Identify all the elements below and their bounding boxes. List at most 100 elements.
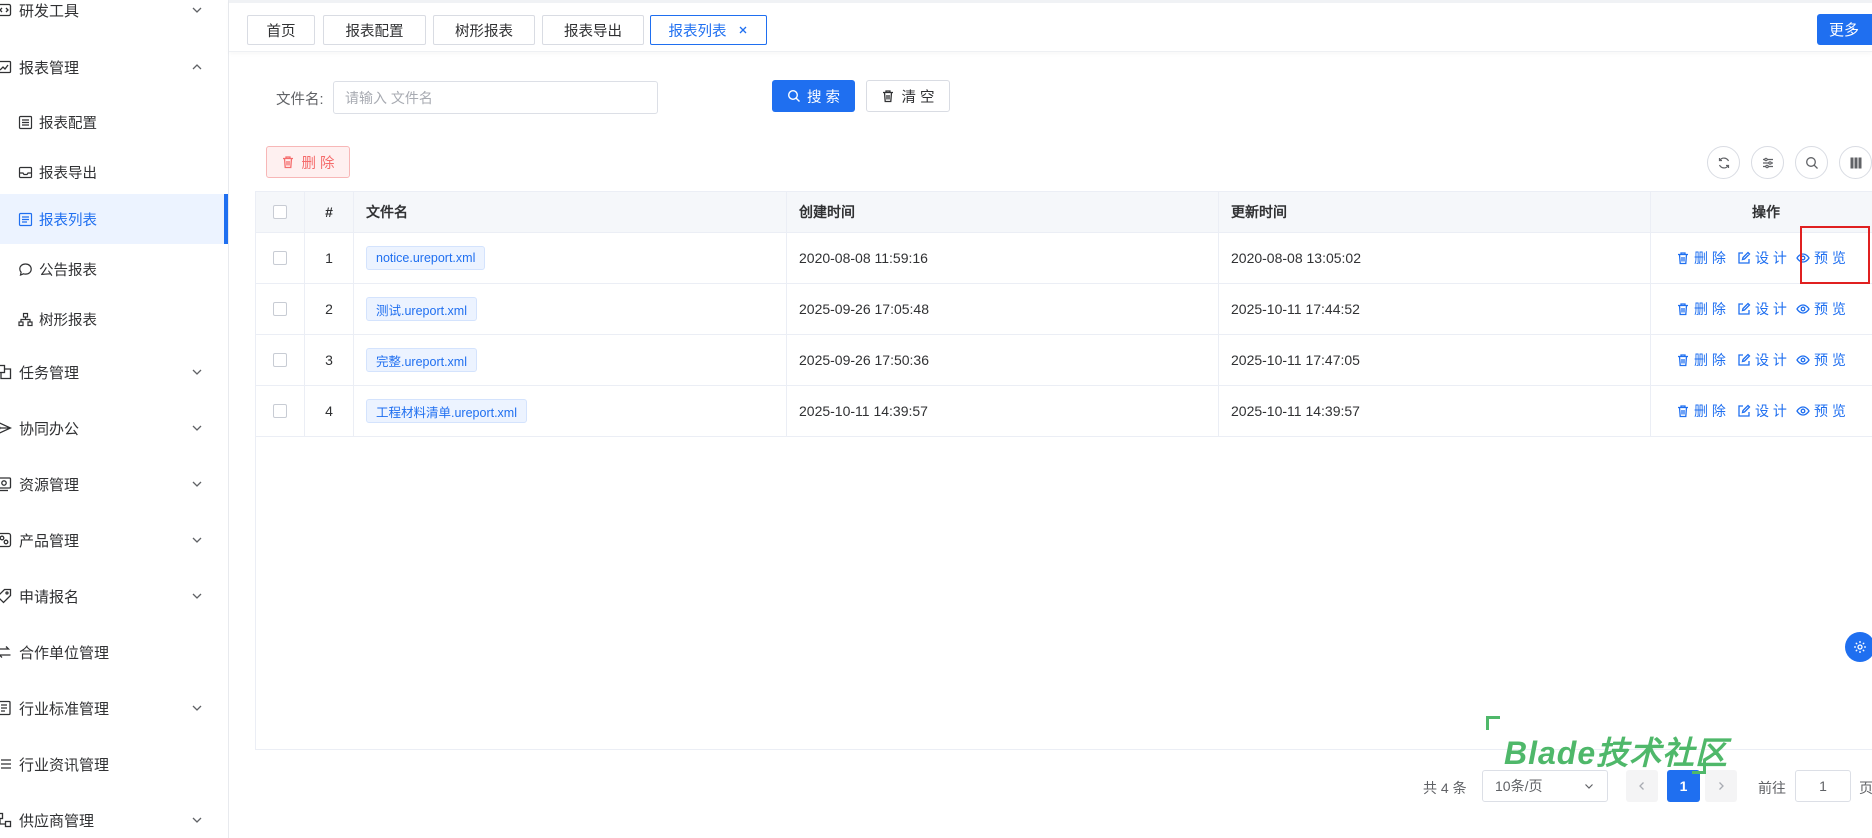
tab-report-list[interactable]: 报表列表 xyxy=(650,15,767,45)
filename-cell: 完整.ureport.xml xyxy=(354,335,787,385)
row-design-label: 设 计 xyxy=(1755,403,1787,419)
tray-icon xyxy=(18,165,33,180)
filename-search-input[interactable]: 请输入 文件名 xyxy=(333,81,658,114)
filename-tag[interactable]: 完整.ureport.xml xyxy=(366,348,477,372)
batch-delete-label: 删 除 xyxy=(301,155,335,172)
search-icon xyxy=(1805,156,1819,170)
sidebar-item-task-management[interactable]: 任务管理 xyxy=(0,344,228,400)
column-filter-button[interactable] xyxy=(1751,146,1784,179)
sidebar-item-notice-report[interactable]: 公告报表 xyxy=(0,244,228,294)
row-preview-button[interactable]: 预 览 xyxy=(1796,248,1846,268)
row-checkbox[interactable] xyxy=(273,404,287,418)
tab-home[interactable]: 首页 xyxy=(247,15,315,45)
filename-tag[interactable]: 工程材料清单.ureport.xml xyxy=(366,399,527,423)
sidebar-item-product-management[interactable]: 产品管理 xyxy=(0,512,228,568)
updated-time: 2025-10-11 17:47:05 xyxy=(1219,335,1651,385)
row-design-button[interactable]: 设 计 xyxy=(1737,248,1787,268)
list-icon xyxy=(18,115,33,130)
row-delete-label: 删 除 xyxy=(1694,352,1726,368)
gear-icon xyxy=(1853,640,1867,654)
search-button[interactable]: 搜 索 xyxy=(772,80,855,112)
table-row: 2 测试.ureport.xml 2025-09-26 17:05:48 202… xyxy=(256,284,1872,335)
layout-grid-button[interactable] xyxy=(1839,146,1872,179)
row-delete-label: 删 除 xyxy=(1694,301,1726,317)
tree-icon xyxy=(18,312,33,327)
sidebar-item-collaboration[interactable]: 协同办公 xyxy=(0,400,228,456)
sidebar-item-dev-tools[interactable]: 研发工具 xyxy=(0,0,228,38)
sidebar-item-report-config[interactable]: 报表配置 xyxy=(0,97,228,147)
clear-button[interactable]: 清 空 xyxy=(866,80,950,112)
sidebar-item-label: 资源管理 xyxy=(19,476,80,494)
product-icon xyxy=(0,532,12,548)
header-filename: 文件名 xyxy=(354,192,787,232)
row-delete-button[interactable]: 删 除 xyxy=(1676,299,1726,319)
batch-delete-button[interactable]: 删 除 xyxy=(266,146,350,178)
select-all-checkbox[interactable] xyxy=(273,205,287,219)
sidebar-item-industry-news[interactable]: 行业资讯管理 xyxy=(0,736,228,792)
trash-icon xyxy=(1676,302,1690,316)
search-icon xyxy=(787,89,801,103)
close-icon[interactable] xyxy=(737,24,749,36)
row-preview-button[interactable]: 预 览 xyxy=(1796,299,1846,319)
sidebar-item-report-list[interactable]: 报表列表 xyxy=(0,194,228,244)
more-button-label: 更多 xyxy=(1829,22,1860,39)
sidebar-item-label: 行业资讯管理 xyxy=(19,756,110,774)
chevron-down-icon xyxy=(190,477,204,491)
row-design-button[interactable]: 设 计 xyxy=(1737,350,1787,370)
trash-icon xyxy=(1676,251,1690,265)
row-checkbox[interactable] xyxy=(273,302,287,316)
sidebar-item-report-export[interactable]: 报表导出 xyxy=(0,147,228,197)
row-checkbox[interactable] xyxy=(273,353,287,367)
chevron-down-icon xyxy=(190,589,204,603)
actions-cell: 删 除 设 计 预 览 xyxy=(1651,335,1872,385)
code-icon xyxy=(0,2,12,18)
tab-report-config[interactable]: 报表配置 xyxy=(323,15,426,45)
refresh-button[interactable] xyxy=(1707,146,1740,179)
row-preview-label: 预 览 xyxy=(1814,403,1846,419)
filename-tag[interactable]: 测试.ureport.xml xyxy=(366,297,477,321)
row-preview-button[interactable]: 预 览 xyxy=(1796,350,1846,370)
updated-time: 2025-10-11 17:44:52 xyxy=(1219,284,1651,334)
chevron-up-icon xyxy=(190,60,204,74)
sidebar: 研发工具 报表管理 报表配置 报表导出 报表列表 公告报表 树形报表 任务管理 … xyxy=(0,0,229,838)
filename-cell: 工程材料清单.ureport.xml xyxy=(354,386,787,436)
tab-report-export[interactable]: 报表导出 xyxy=(542,15,644,45)
row-delete-button[interactable]: 删 除 xyxy=(1676,350,1726,370)
sidebar-item-tree-report[interactable]: 树形报表 xyxy=(0,294,228,344)
header-created: 创建时间 xyxy=(787,192,1219,232)
eye-icon xyxy=(1796,302,1810,316)
sidebar-item-label: 任务管理 xyxy=(19,364,80,382)
row-checkbox[interactable] xyxy=(273,251,287,265)
row-delete-button[interactable]: 删 除 xyxy=(1676,401,1726,421)
actions-cell: 删 除 设 计 预 览 xyxy=(1651,284,1872,334)
sidebar-item-report-management[interactable]: 报表管理 xyxy=(0,39,228,95)
sidebar-item-resource-management[interactable]: 资源管理 xyxy=(0,456,228,512)
row-preview-label: 预 览 xyxy=(1814,250,1846,266)
sidebar-item-label: 树形报表 xyxy=(39,312,97,329)
tab-tree-report[interactable]: 树形报表 xyxy=(433,15,535,45)
send-icon xyxy=(0,420,12,436)
row-delete-button[interactable]: 删 除 xyxy=(1676,248,1726,268)
clear-button-label: 清 空 xyxy=(901,89,935,106)
select-all-cell xyxy=(256,192,305,232)
toggle-search-button[interactable] xyxy=(1795,146,1828,179)
chat-bubble-icon xyxy=(18,262,33,277)
news-icon xyxy=(0,756,12,772)
row-design-label: 设 计 xyxy=(1755,301,1787,317)
row-design-button[interactable]: 设 计 xyxy=(1737,401,1787,421)
goto-page-input[interactable]: 1 xyxy=(1795,770,1851,802)
sidebar-item-application[interactable]: 申请报名 xyxy=(0,568,228,624)
sidebar-item-partner-management[interactable]: 合作单位管理 xyxy=(0,624,228,680)
row-design-label: 设 计 xyxy=(1755,250,1787,266)
sidebar-item-supplier-management[interactable]: 供应商管理 xyxy=(0,792,228,838)
document-icon xyxy=(18,212,33,227)
filename-cell: notice.ureport.xml xyxy=(354,233,787,283)
more-button[interactable]: 更多 xyxy=(1817,14,1872,45)
row-preview-button[interactable]: 预 览 xyxy=(1796,401,1846,421)
sidebar-item-label: 研发工具 xyxy=(19,2,80,20)
row-design-button[interactable]: 设 计 xyxy=(1737,299,1787,319)
settings-float-button[interactable] xyxy=(1845,632,1872,662)
filename-tag[interactable]: notice.ureport.xml xyxy=(366,246,486,270)
row-preview-label: 预 览 xyxy=(1814,301,1846,317)
sidebar-item-industry-standard[interactable]: 行业标准管理 xyxy=(0,680,228,736)
